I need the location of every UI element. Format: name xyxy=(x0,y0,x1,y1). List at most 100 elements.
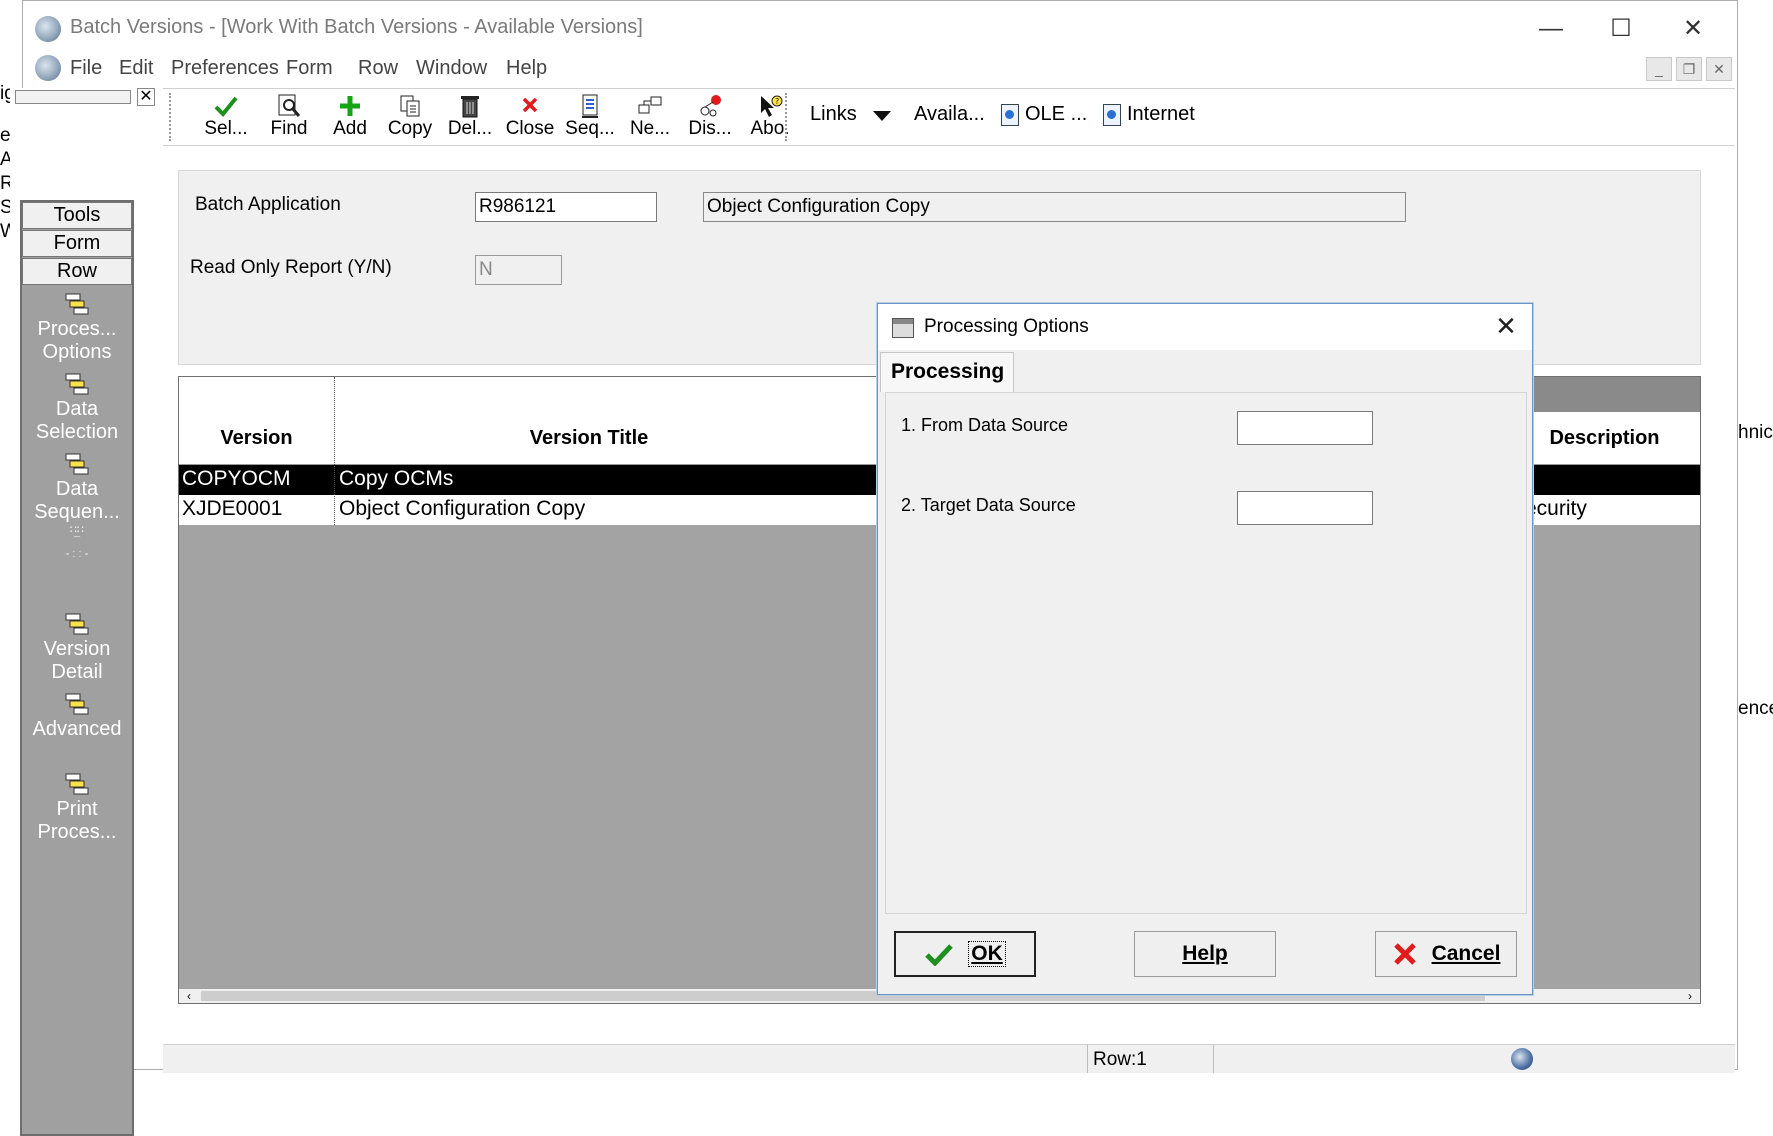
read-only-report-label: Read Only Report (Y/N) xyxy=(190,257,392,278)
exit-version-detail[interactable]: Version Detail xyxy=(22,612,132,684)
dialog-close-button[interactable]: ✕ xyxy=(1488,310,1524,344)
close-icon xyxy=(522,97,538,113)
links-menu[interactable]: Links xyxy=(810,103,893,126)
window-icon xyxy=(892,318,914,338)
add-button[interactable]: Add xyxy=(321,91,379,143)
scroll-left-arrow[interactable]: ‹ xyxy=(181,989,197,1003)
menu-form[interactable]: Form xyxy=(286,57,333,80)
available-link[interactable]: Availa... xyxy=(914,103,985,126)
exit-label: Data xyxy=(55,398,99,420)
ole-link[interactable]: OLE ... xyxy=(1001,103,1087,126)
svg-text:?: ? xyxy=(775,97,779,106)
exit-data-selection[interactable]: Data Selection xyxy=(22,372,132,444)
status-bar: Row:1 xyxy=(163,1044,1735,1073)
title-bar: Batch Versions - [Work With Batch Versio… xyxy=(23,1,1737,59)
available-label: Availa... xyxy=(914,103,985,125)
mdi-restore-button[interactable]: ❐ xyxy=(1676,57,1702,81)
processing-tab-panel: 1. From Data Source 2. Target Data Sourc… xyxy=(885,392,1527,914)
toolbar-label: Ne... xyxy=(629,118,671,139)
menu-help[interactable]: Help xyxy=(506,57,547,80)
exit-advanced[interactable]: Advanced xyxy=(22,692,132,741)
exit-icon xyxy=(65,693,89,715)
display-button[interactable]: Dis... xyxy=(681,91,739,143)
cancel-button[interactable]: Cancel xyxy=(1375,931,1517,977)
network-button[interactable]: Ne... xyxy=(621,91,679,143)
column-divider[interactable] xyxy=(334,377,335,525)
sequence-button[interactable]: Seq... xyxy=(561,91,619,143)
exit-processing-options[interactable]: Proces... Options xyxy=(22,292,132,364)
menu-window[interactable]: Window xyxy=(416,57,487,80)
read-only-report-field[interactable]: N xyxy=(475,255,562,285)
toolbar-label: Sel... xyxy=(204,118,248,139)
toolbar-grip[interactable] xyxy=(785,93,791,141)
links-label: Links xyxy=(810,103,857,125)
check-icon xyxy=(214,96,238,117)
ok-button[interactable]: OK xyxy=(894,931,1036,977)
tab-processing[interactable]: Processing xyxy=(880,352,1014,392)
background-text: hnica xyxy=(1738,422,1773,443)
column-header-version[interactable]: Version xyxy=(179,427,334,450)
minimize-button[interactable]: — xyxy=(1523,7,1579,53)
internet-link[interactable]: Internet xyxy=(1103,103,1195,126)
exit-bar: Tools Form Row Proces... Options Data Se… xyxy=(20,200,134,1136)
separator-glyph: ∷∷ ¯ ‐ ː ː ‐ xyxy=(65,524,89,560)
scroll-right-arrow[interactable]: › xyxy=(1682,989,1698,1003)
pane-close-button[interactable]: ✕ xyxy=(137,88,155,106)
toolbar-label: Del... xyxy=(447,118,493,139)
select-button[interactable]: Sel... xyxy=(197,91,255,143)
table-row-tail[interactable] xyxy=(1509,465,1700,495)
exit-label: Version xyxy=(43,638,111,660)
column-header-version-title[interactable]: Version Title xyxy=(334,427,844,450)
exit-tab-row[interactable]: Row xyxy=(22,258,132,285)
exit-tab-form[interactable]: Form xyxy=(22,230,132,257)
add-icon xyxy=(340,96,360,116)
pane-scroll-control[interactable] xyxy=(15,90,131,104)
target-data-source-input[interactable] xyxy=(1237,491,1373,525)
sequence-icon xyxy=(582,94,598,118)
delete-button[interactable]: Del... xyxy=(441,91,499,143)
toolbar-label: Add xyxy=(333,118,367,139)
toolbar: Sel... Find Add Copy Del... Close Seq...… xyxy=(163,88,1735,146)
mdi-minimize-button[interactable]: _ xyxy=(1646,57,1672,81)
exit-print-processing-options[interactable]: Print Proces... xyxy=(22,772,132,844)
find-button[interactable]: Find xyxy=(260,91,318,143)
menu-edit[interactable]: Edit xyxy=(119,57,153,80)
exit-tab-tools[interactable]: Tools xyxy=(22,202,132,229)
close-form-button[interactable]: Close xyxy=(501,91,559,143)
display-icon xyxy=(700,95,721,117)
maximize-button[interactable]: ☐ xyxy=(1593,7,1649,53)
mdi-close-button[interactable]: ✕ xyxy=(1706,57,1732,81)
menu-preferences[interactable]: Preferences xyxy=(171,57,279,80)
query-by-example-row[interactable] xyxy=(179,377,889,414)
batch-application-field[interactable]: R986121 xyxy=(475,192,657,222)
exit-label: Selection xyxy=(35,421,119,443)
version-title-cell: Copy OCMs xyxy=(339,467,454,490)
menu-file[interactable]: File xyxy=(70,57,102,80)
ok-label: OK xyxy=(968,941,1006,967)
trash-icon xyxy=(461,96,479,118)
version-cell: COPYOCM xyxy=(182,467,291,490)
app-globe-icon xyxy=(35,16,61,42)
batch-application-description: Object Configuration Copy xyxy=(703,192,1406,222)
dialog-title-bar: Processing Options ✕ xyxy=(878,304,1532,350)
exit-data-sequencing[interactable]: Data Sequen... xyxy=(22,452,132,524)
exit-label: Sequen... xyxy=(34,501,120,523)
from-data-source-label: 1. From Data Source xyxy=(901,415,1069,435)
copy-button[interactable]: Copy xyxy=(381,91,439,143)
exit-label: Proces... xyxy=(37,821,117,843)
exit-icon xyxy=(65,773,89,795)
batch-application-label: Batch Application xyxy=(195,194,341,215)
help-button[interactable]: Help xyxy=(1134,931,1276,977)
internet-label: Internet xyxy=(1127,103,1195,125)
toolbar-grip[interactable] xyxy=(169,93,175,141)
help-label: Help xyxy=(1182,942,1228,965)
version-cell: XJDE0001 xyxy=(182,497,283,520)
child-window-globe-icon[interactable] xyxy=(35,55,61,81)
processing-options-dialog: Processing Options ✕ Processing 1. From … xyxy=(877,303,1533,995)
from-data-source-input[interactable] xyxy=(1237,411,1373,445)
status-row-count: Row:1 xyxy=(1093,1049,1147,1070)
document-icon xyxy=(1103,103,1121,126)
column-header-description[interactable]: Description xyxy=(1509,427,1700,450)
menu-row[interactable]: Row xyxy=(358,57,398,80)
close-window-button[interactable]: ✕ xyxy=(1665,7,1721,53)
